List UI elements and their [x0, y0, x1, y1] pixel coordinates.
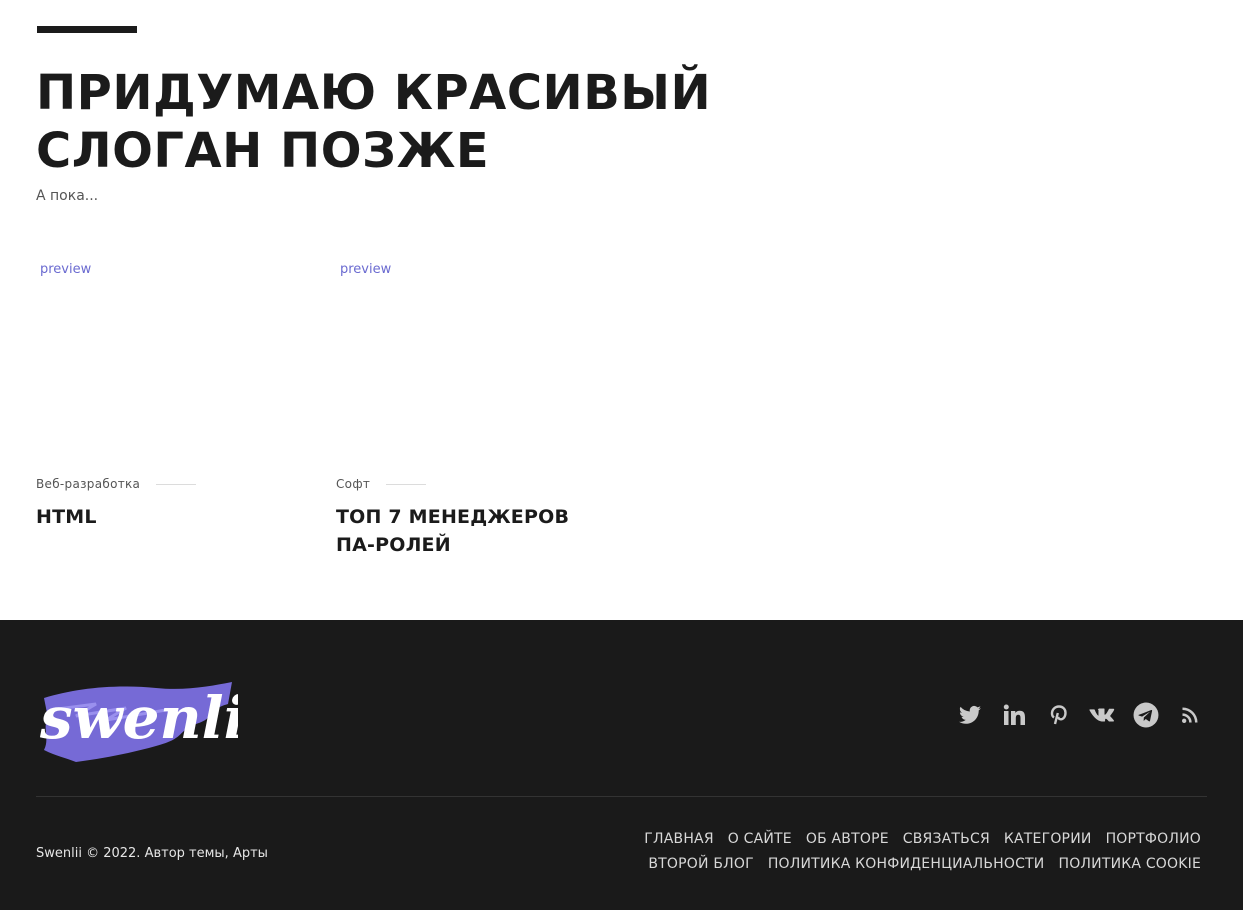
vk-icon[interactable] [1089, 702, 1115, 728]
footer-link-about-author[interactable]: ОБ АВТОРЕ [806, 831, 889, 847]
footer-link-portfolio[interactable]: ПОРТФОЛИО [1106, 831, 1201, 847]
copyright-text: Swenlii © 2022. Автор темы, Арты [36, 846, 268, 861]
post-card[interactable]: preview Веб-разработка HTML [36, 262, 306, 531]
footer-link-cookie-policy[interactable]: ПОЛИТИКА COOKIE [1058, 856, 1201, 872]
post-category[interactable]: Софт [336, 477, 370, 491]
post-title[interactable]: HTML [36, 503, 306, 531]
social-links [957, 702, 1203, 728]
footer-nav-row: ГЛАВНАЯ О САЙТЕ ОБ АВТОРЕ СВЯЗАТЬСЯ КАТЕ… [581, 831, 1201, 847]
footer-link-contact[interactable]: СВЯЗАТЬСЯ [903, 831, 990, 847]
telegram-icon[interactable] [1133, 702, 1159, 728]
category-divider [156, 483, 197, 485]
footer-link-about-site[interactable]: О САЙТЕ [728, 831, 792, 847]
decorative-bar [37, 26, 137, 33]
post-card[interactable]: preview Софт ТОП 7 МЕНЕДЖЕРОВ ПА-РОЛЕЙ [336, 262, 606, 559]
post-preview-image[interactable]: preview [36, 262, 306, 472]
footer-link-privacy-policy[interactable]: ПОЛИТИКА КОНФИДЕНЦИАЛЬНОСТИ [768, 856, 1045, 872]
page-title: ПРИДУМАЮ КРАСИВЫЙ СЛОГАН ПОЗЖЕ [36, 65, 712, 179]
site-footer: swenlii Swenlii © 2022. Автор темы, Арты… [0, 620, 1243, 910]
footer-link-categories[interactable]: КАТЕГОРИИ [1004, 831, 1092, 847]
site-logo[interactable]: swenlii [36, 658, 268, 766]
page-subtitle: А пока... [36, 188, 99, 204]
footer-divider [36, 796, 1207, 797]
svg-text:swenlii: swenlii [39, 684, 238, 752]
post-preview-image[interactable]: preview [336, 262, 606, 472]
post-category[interactable]: Веб-разработка [36, 477, 140, 491]
post-title[interactable]: ТОП 7 МЕНЕДЖЕРОВ ПА-РОЛЕЙ [336, 503, 606, 559]
pinterest-icon[interactable] [1045, 702, 1071, 728]
linkedin-icon[interactable] [1001, 702, 1027, 728]
footer-nav-row: ВТОРОЙ БЛОГ ПОЛИТИКА КОНФИДЕНЦИАЛЬНОСТИ … [581, 856, 1201, 872]
footer-link-home[interactable]: ГЛАВНАЯ [644, 831, 713, 847]
category-divider [386, 483, 427, 485]
logo-graphic: swenlii [39, 682, 268, 762]
footer-link-second-blog[interactable]: ВТОРОЙ БЛОГ [648, 856, 753, 872]
rss-icon[interactable] [1177, 702, 1203, 728]
footer-nav: ГЛАВНАЯ О САЙТЕ ОБ АВТОРЕ СВЯЗАТЬСЯ КАТЕ… [581, 831, 1201, 881]
twitter-icon[interactable] [957, 702, 983, 728]
